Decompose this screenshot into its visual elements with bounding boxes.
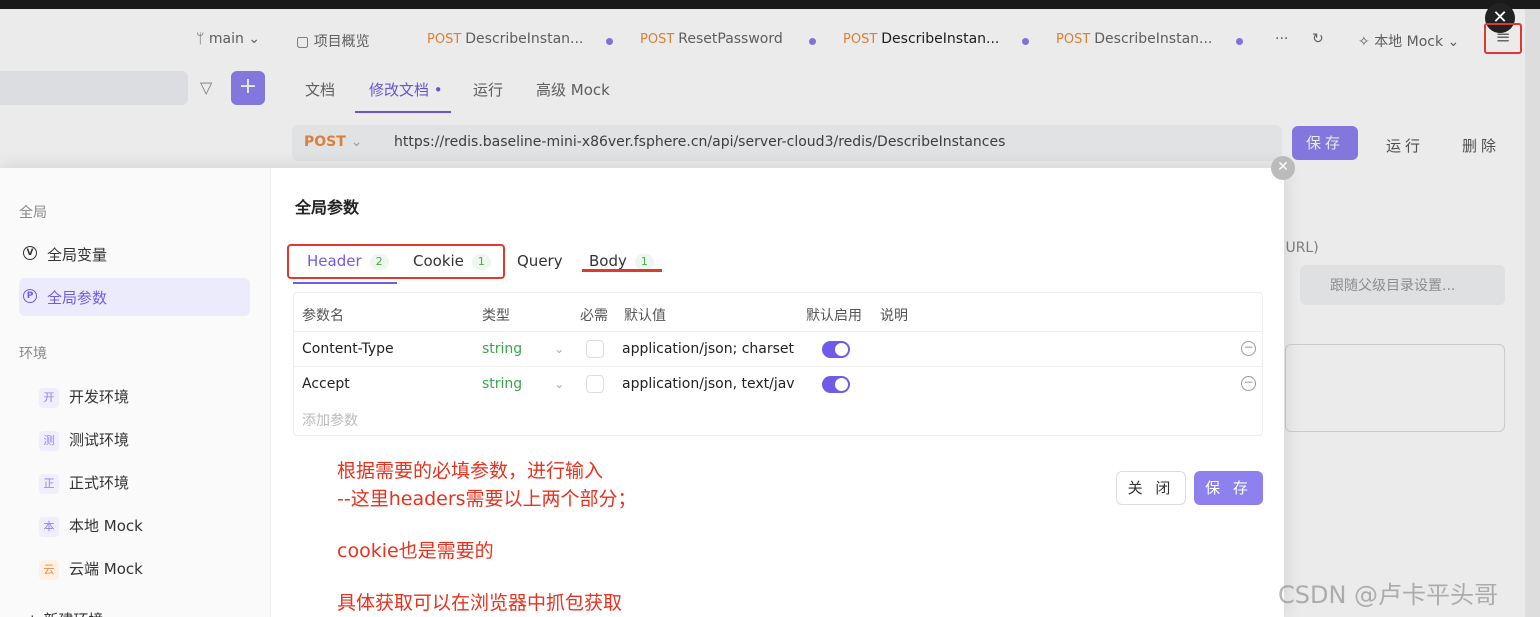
annotation-line4: 具体获取可以在浏览器中抓包获取	[337, 592, 623, 614]
type-value: string	[482, 376, 523, 392]
section-env: 环境	[19, 346, 47, 362]
col-type: 类型	[482, 308, 510, 324]
type-select[interactable]: string ⌄	[482, 376, 564, 392]
nav-global-params[interactable]: P 全局参数	[19, 278, 250, 316]
env-badge: 本	[39, 517, 59, 537]
required-checkbox[interactable]	[586, 375, 604, 393]
env-label: 云端 Mock	[69, 560, 143, 578]
modal-content: 全局参数 Header 2 Cookie 1 Query Body 1 参数名 类型 …	[271, 168, 1284, 617]
env-local-mock[interactable]: 本本地 Mock	[39, 515, 143, 537]
tab-label: Header	[307, 252, 362, 270]
new-env-button[interactable]: + 新建环境	[26, 609, 103, 617]
tab-cookie[interactable]: Cookie 1	[413, 252, 491, 270]
table-row: Accept string ⌄ application/json, text/ja…	[294, 366, 1262, 401]
count-badge: 2	[369, 254, 389, 270]
env-label: 正式环境	[69, 474, 130, 492]
chevron-down-icon: ⌄	[554, 377, 565, 391]
tab-label: Query	[517, 252, 563, 270]
env-cloud-mock[interactable]: 云云端 Mock	[39, 558, 143, 580]
annotation-line2: --这里headers需要以上两个部分；	[337, 488, 637, 510]
nav-label: 全局参数	[47, 289, 108, 307]
env-dev[interactable]: 开开发环境	[39, 386, 129, 408]
remove-row-icon[interactable]: −	[1241, 376, 1256, 391]
count-badge: 1	[634, 254, 654, 270]
env-test[interactable]: 测测试环境	[39, 429, 129, 451]
modal-close-icon[interactable]: ✕	[1271, 156, 1295, 180]
close-button[interactable]: 关 闭	[1116, 471, 1186, 505]
menu-icon[interactable]: ≡	[1484, 23, 1522, 54]
params-table: 参数名 类型 必需 默认值 默认启用 说明 Content-Type strin…	[293, 292, 1263, 436]
col-enabled: 默认启用	[806, 308, 862, 324]
modal-left-nav: 全局 V 全局变量 P 全局参数 环境 开开发环境 测测试环境 正正式环境 本本…	[0, 168, 271, 617]
enabled-toggle[interactable]	[822, 376, 850, 393]
col-default: 默认值	[624, 308, 666, 324]
add-param-input[interactable]: 添加参数	[302, 410, 358, 430]
default-value-input[interactable]: application/json, text/java	[622, 376, 794, 392]
param-name-input[interactable]: Content-Type	[302, 341, 394, 357]
annotation-red-underline	[582, 269, 662, 272]
global-params-modal: 全局 V 全局变量 P 全局参数 环境 开开发环境 测测试环境 正正式环境 本本…	[0, 168, 1284, 617]
col-desc: 说明	[880, 308, 908, 324]
tab-body[interactable]: Body 1	[589, 252, 654, 270]
right-edge-panel	[1525, 9, 1540, 617]
type-select[interactable]: string ⌄	[482, 341, 564, 357]
col-name: 参数名	[302, 308, 344, 324]
env-prod[interactable]: 正正式环境	[39, 472, 129, 494]
param-icon: P	[23, 289, 37, 303]
annotation-line1: 根据需要的必填参数，进行输入	[337, 460, 604, 482]
env-badge: 正	[39, 474, 59, 494]
top-dark-bar	[0, 0, 1540, 9]
default-value-input[interactable]: application/json; charset=	[622, 341, 794, 357]
watermark: CSDN @卢卡平头哥	[1278, 581, 1499, 609]
env-label: 开发环境	[69, 388, 130, 406]
remove-row-icon[interactable]: −	[1241, 341, 1256, 356]
chevron-down-icon: ⌄	[554, 342, 565, 356]
tab-query[interactable]: Query	[517, 252, 563, 270]
modal-title: 全局参数	[295, 198, 360, 217]
count-badge: 1	[471, 254, 491, 270]
type-value: string	[482, 341, 523, 357]
enabled-toggle[interactable]	[822, 341, 850, 358]
active-tab-underline	[293, 282, 397, 284]
env-badge: 云	[39, 560, 59, 580]
nav-label: 全局变量	[47, 246, 108, 264]
annotation-line3: cookie也是需要的	[337, 540, 494, 562]
variable-icon: V	[23, 246, 37, 260]
col-required: 必需	[580, 308, 608, 324]
tab-label: Body	[589, 252, 627, 270]
tab-header[interactable]: Header 2	[307, 252, 389, 270]
table-row: Content-Type string ⌄ application/json; c…	[294, 331, 1262, 366]
env-badge: 开	[39, 388, 59, 408]
save-button[interactable]: 保 存	[1194, 471, 1263, 505]
env-label: 本地 Mock	[69, 517, 143, 535]
env-label: 测试环境	[69, 431, 130, 449]
section-global: 全局	[19, 205, 47, 221]
tab-label: Cookie	[413, 252, 464, 270]
nav-global-vars[interactable]: V 全局变量	[19, 235, 250, 273]
param-name-input[interactable]: Accept	[302, 376, 350, 392]
env-badge: 测	[39, 431, 59, 451]
required-checkbox[interactable]	[586, 340, 604, 358]
